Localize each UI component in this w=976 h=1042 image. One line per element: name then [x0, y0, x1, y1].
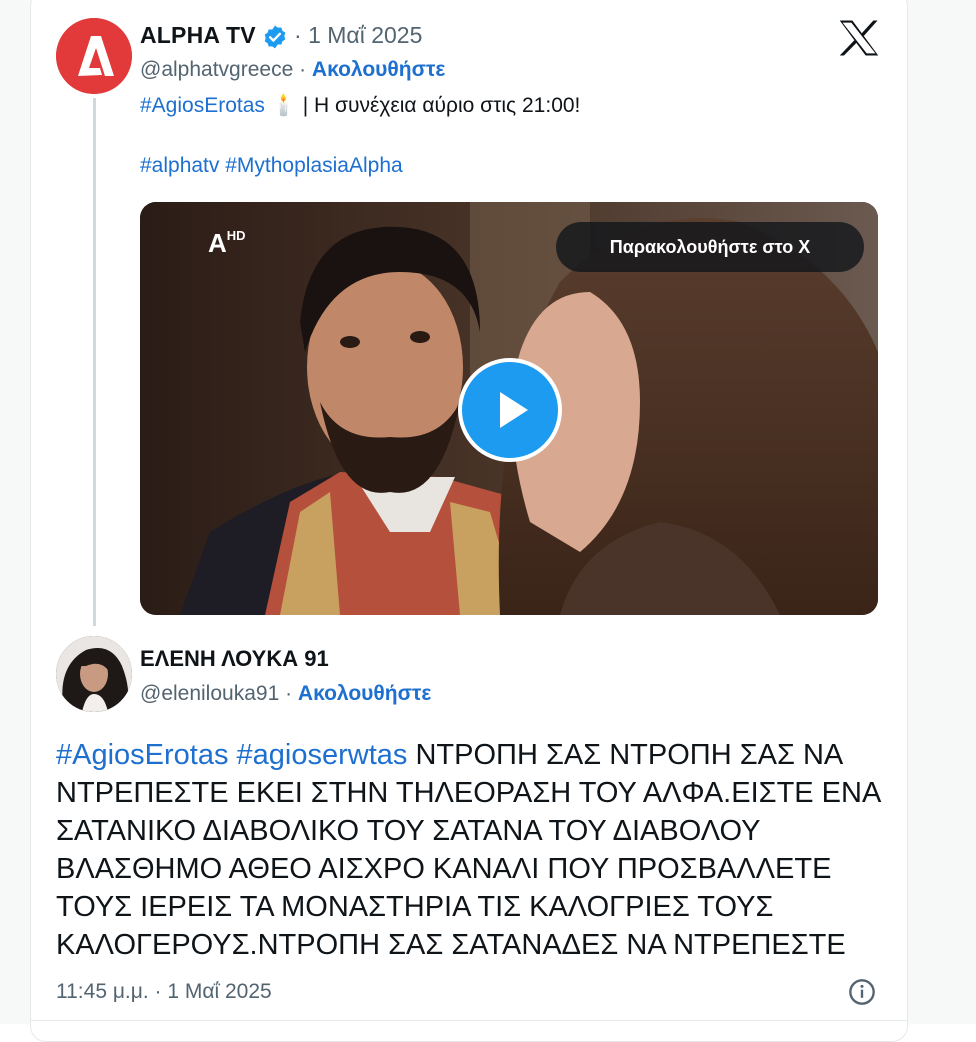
separator-dot: · [299, 58, 312, 81]
alpha-tv-avatar[interactable] [56, 18, 132, 94]
channel-logo-letter: Α [208, 228, 227, 258]
watch-on-x-button[interactable]: Παρακολουθήστε στο X [556, 222, 864, 272]
thread-connector-line [93, 98, 96, 626]
author-name[interactable]: ALPHA TV [140, 22, 256, 49]
reply-hashtags[interactable]: #AgiosErotas #agioserwtas [56, 739, 407, 771]
candle-emoji: 🕯️ [270, 94, 297, 117]
hashtag-agioserotas[interactable]: #AgiosErotas [140, 94, 265, 117]
separator-dot: · [285, 682, 298, 705]
play-icon [500, 392, 528, 428]
eleni-avatar[interactable] [56, 636, 132, 712]
channel-hd-logo: ΑHD [208, 228, 246, 259]
reply-handle-row: @elenilouka91 · Ακολουθήστε [140, 682, 431, 706]
author-handle-row: @alphatvgreece · Ακολουθήστε [140, 58, 445, 82]
tweet-text-rest: | Η συνέχεια αύριο στις 21:00! [302, 94, 581, 117]
watch-on-x-label: Παρακολουθήστε στο X [609, 236, 811, 257]
channel-logo-hd: HD [226, 228, 246, 243]
reply-timestamp[interactable]: 11:45 μ.μ. · 1 Μαΐ 2025 [56, 980, 272, 1004]
tweet-text: #AgiosErotas 🕯️ | Η συνέχεια αύριο στις … [140, 90, 580, 122]
tweet-date[interactable]: · 1 Μαΐ 2025 [294, 22, 422, 49]
tweet-date-text[interactable]: 1 Μαΐ 2025 [308, 22, 422, 48]
reply-follow-button[interactable]: Ακολουθήστε [298, 682, 431, 705]
reply-author-handle[interactable]: @elenilouka91 [140, 682, 279, 705]
x-logo-icon[interactable] [838, 18, 880, 58]
follow-button[interactable]: Ακολουθήστε [312, 58, 445, 81]
play-button[interactable] [458, 358, 562, 462]
verified-badge-icon [262, 24, 288, 50]
author-handle[interactable]: @alphatvgreece [140, 58, 293, 81]
card-divider [30, 1020, 908, 1021]
info-icon[interactable] [848, 978, 876, 1006]
tweet-hashtags[interactable]: #alphatv #MythoplasiaAlpha [140, 150, 403, 182]
reply-body: ΝΤΡΟΠΗ ΣΑΣ ΝΤΡΟΠΗ ΣΑΣ ΝΑ ΝΤΡΕΠΕΣΤΕ ΕΚΕΙ … [56, 739, 880, 961]
reply-text: #AgiosErotas #agioserwtas ΝΤΡΟΠΗ ΣΑΣ ΝΤΡ… [56, 736, 886, 964]
reply-author-name[interactable]: ΕΛΕΝΗ ΛΟΥΚΑ 91 [140, 646, 329, 672]
